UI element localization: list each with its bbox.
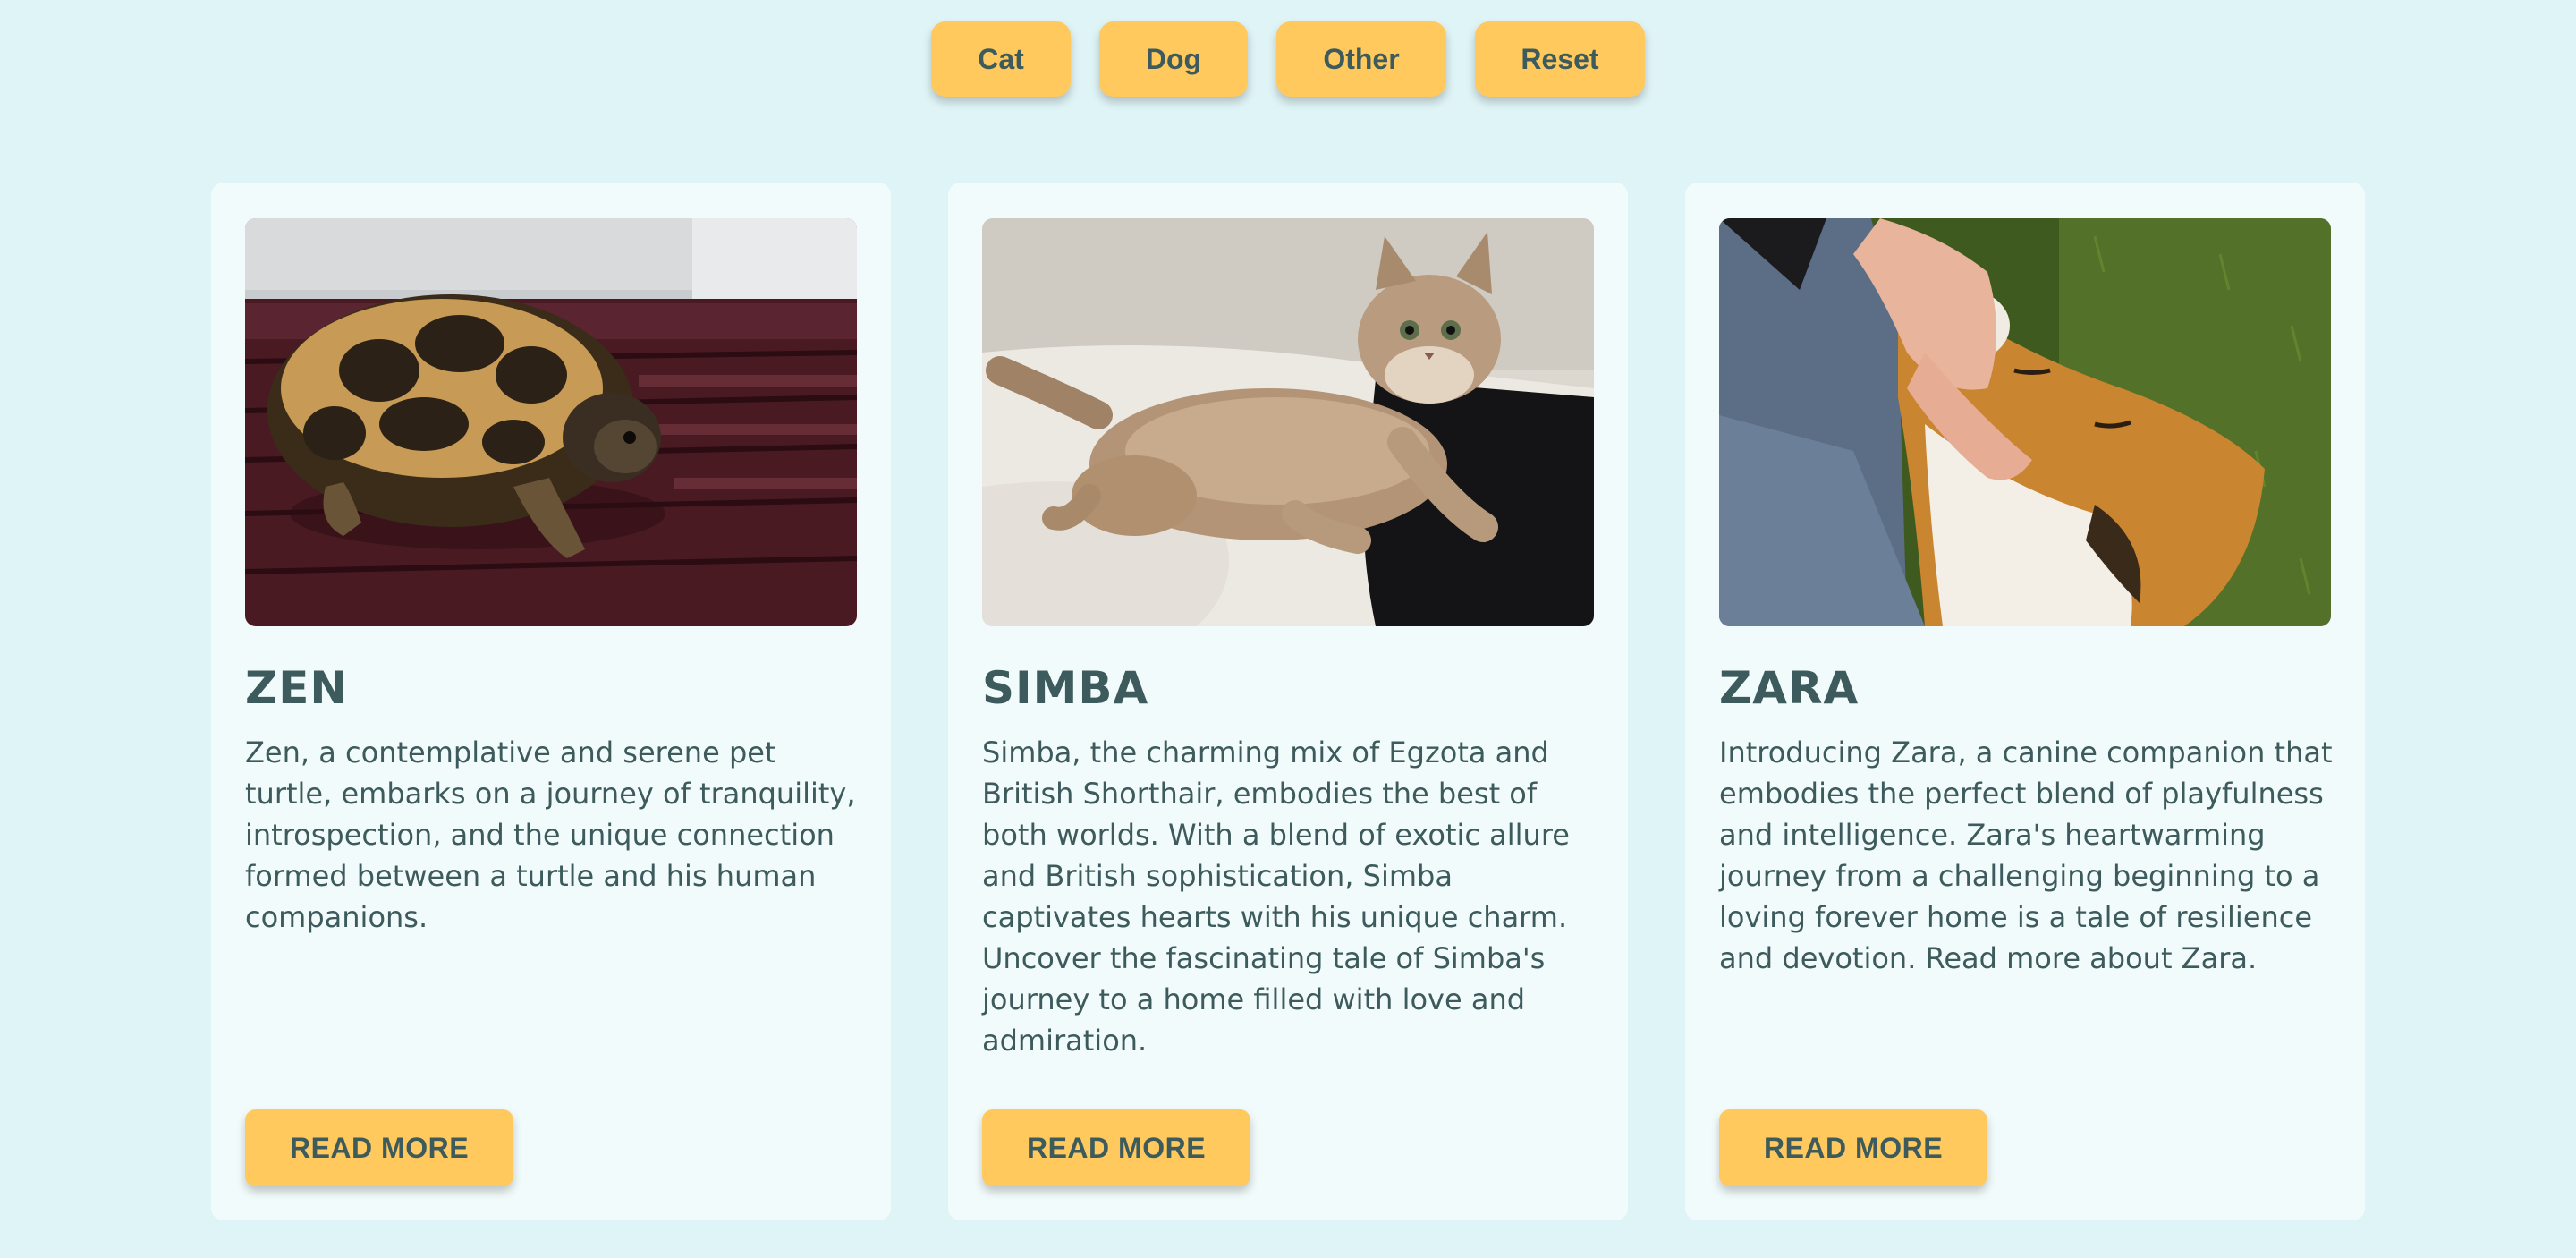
filter-other-button[interactable]: Other bbox=[1276, 21, 1446, 97]
pet-card-zen: ZEN Zen, a contemplative and serene pet … bbox=[211, 183, 891, 1220]
pet-name: ZEN bbox=[245, 662, 349, 714]
filter-bar: Cat Dog Other Reset bbox=[0, 21, 2576, 97]
dog-photo bbox=[1719, 218, 2331, 626]
pet-cards: ZEN Zen, a contemplative and serene pet … bbox=[211, 183, 2365, 1220]
cat-photo bbox=[982, 218, 1594, 626]
read-more-button[interactable]: READ MORE bbox=[1719, 1109, 1987, 1186]
filter-dog-button[interactable]: Dog bbox=[1099, 21, 1248, 97]
pet-description: Introducing Zara, a canine companion tha… bbox=[1719, 735, 2333, 975]
pet-card-zara: ZARA Introducing Zara, a canine companio… bbox=[1685, 183, 2365, 1220]
filter-cat-button[interactable]: Cat bbox=[931, 21, 1071, 97]
pet-name: SIMBA bbox=[982, 662, 1149, 714]
pet-description: Zen, a contemplative and serene pet turt… bbox=[245, 735, 856, 934]
pet-description: Simba, the charming mix of Egzota and Br… bbox=[982, 735, 1570, 1058]
read-more-button[interactable]: READ MORE bbox=[982, 1109, 1250, 1186]
turtle-photo bbox=[245, 218, 857, 626]
pet-name: ZARA bbox=[1719, 662, 1860, 714]
filter-reset-button[interactable]: Reset bbox=[1475, 21, 1645, 97]
read-more-button[interactable]: READ MORE bbox=[245, 1109, 513, 1186]
pet-card-simba: SIMBA Simba, the charming mix of Egzota … bbox=[948, 183, 1628, 1220]
